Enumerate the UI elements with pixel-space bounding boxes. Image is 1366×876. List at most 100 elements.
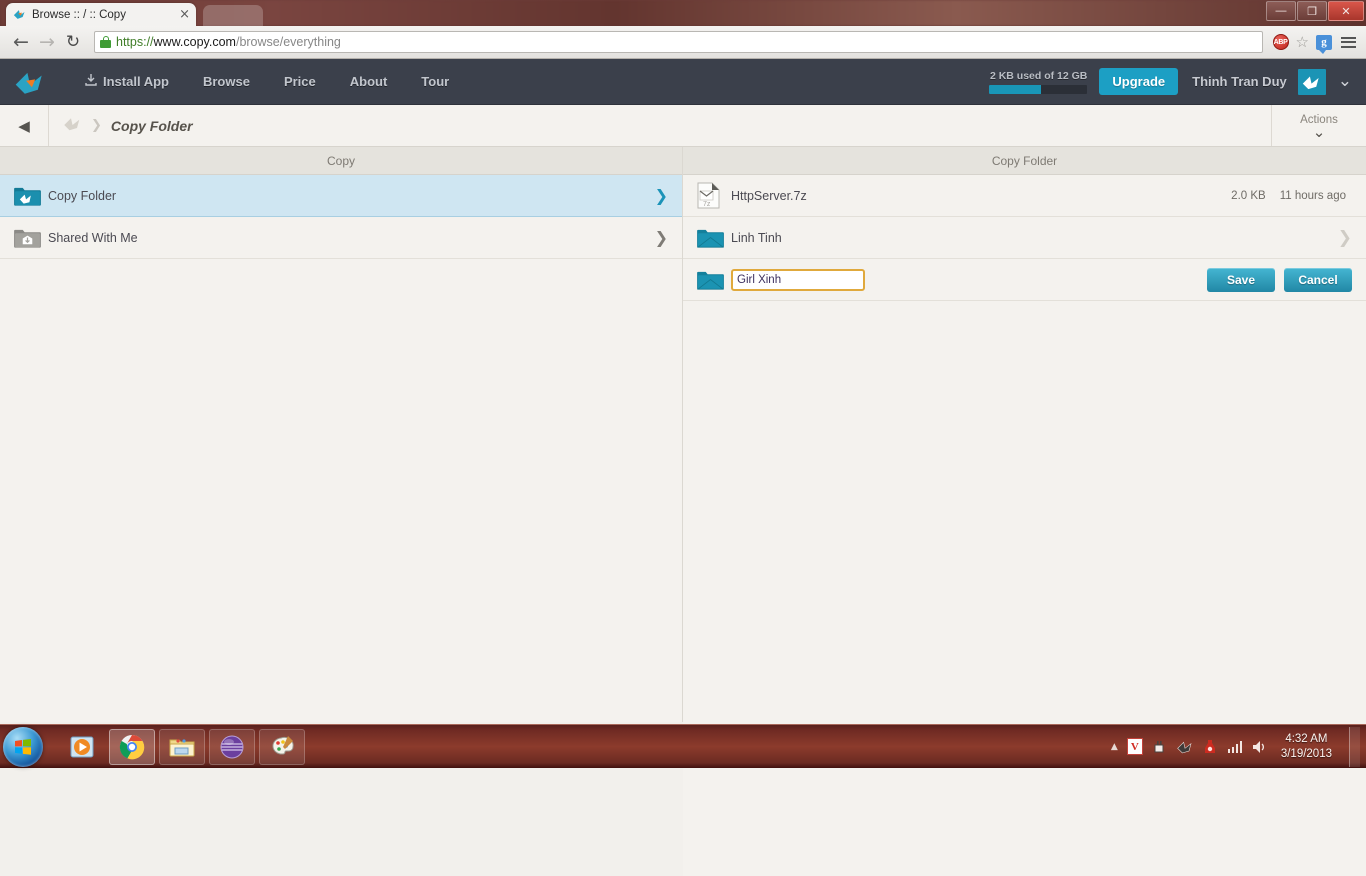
sidebar-item-copy-folder[interactable]: Copy Folder ❯ [0,175,682,217]
nav-item-about[interactable]: About [333,74,405,89]
left-pane-title: Copy [0,147,682,175]
windows-start-orb[interactable] [3,727,43,767]
svg-text:7z: 7z [703,201,711,208]
folder-name: Linh Tinh [731,231,1338,245]
download-icon [85,74,97,89]
storage-quota-text: 2 KB used of 12 GB [989,70,1087,82]
app-header: Install App Browse Price About Tour 2 KB… [0,59,1366,105]
actions-menu-button[interactable]: Actions ⌄ [1271,105,1366,146]
breadcrumb-bar: ◀ ❯ Copy Folder Actions ⌄ [0,105,1366,147]
maximize-icon[interactable]: ❐ [1297,1,1327,21]
toolbar-icons: ABP ☆ g [1273,34,1358,50]
nav-item-price[interactable]: Price [267,74,333,89]
volume-icon[interactable] [1252,739,1268,755]
username-label[interactable]: Thinh Tran Duy [1192,74,1287,89]
breadcrumb-current: Copy Folder [111,118,193,134]
storage-quota-bar [989,85,1087,94]
left-pane: Copy Copy Folder ❯ Share [0,147,683,722]
nav-item-browse[interactable]: Browse [186,74,267,89]
nav-item-install-app[interactable]: Install App [68,74,186,89]
folder-name-input[interactable] [731,269,865,291]
safely-remove-hardware-icon[interactable] [1152,739,1168,755]
taskbar-windows-explorer[interactable] [159,729,205,765]
adblock-icon[interactable]: ABP [1273,34,1289,50]
file-modified: 11 hours ago [1280,190,1346,202]
sidebar-item-label: Copy Folder [48,189,655,203]
hamburger-menu-icon[interactable] [1339,35,1358,50]
right-pane: Copy Folder 7z HttpServer.7z 2.0 KB 11 h… [683,147,1366,722]
antivirus-tray-icon[interactable] [1202,739,1218,755]
file-row[interactable]: 7z HttpServer.7z 2.0 KB 11 hours ago [683,175,1366,217]
breadcrumb: ❯ Copy Folder [49,116,1271,136]
file-meta: 2.0 KB 11 hours ago [1231,190,1346,202]
taskbar-buttons [59,729,305,765]
address-bar-url: https://www.copy.com/browse/everything [116,35,341,49]
tray-overflow-arrow-icon[interactable]: ▲ [1111,742,1118,752]
sidebar-item-label: Shared With Me [48,231,655,245]
back-icon[interactable]: ← [8,29,34,55]
google-plus-icon[interactable]: g [1316,35,1332,50]
chevron-down-icon: ⌄ [1313,127,1326,138]
file-name: HttpServer.7z [731,189,1231,203]
chevron-right-icon: ❯ [655,186,668,205]
windows-taskbar: ▲ V [0,724,1366,768]
taskbar-clock[interactable]: 4:32 AM 3/19/2013 [1277,732,1340,762]
sidebar-item-shared-with-me[interactable]: Shared With Me ❯ [0,217,682,259]
taskbar-google-chrome[interactable] [109,729,155,765]
taskbar-media-player[interactable] [59,729,105,765]
url-host: www.copy.com [154,35,236,49]
storage-quota: 2 KB used of 12 GB [989,70,1087,94]
browser-toolbar: ← → ↻ https://www.copy.com/browse/everyt… [0,26,1366,59]
show-desktop-button[interactable] [1349,727,1360,767]
folder-row[interactable]: Linh Tinh ❯ [683,217,1366,259]
copy-bird-icon [12,7,27,22]
lock-icon [100,36,111,48]
grey-folder-shared-icon [14,227,48,249]
browser-title-bar: Browse :: / :: Copy × — ❐ ✕ [0,0,1366,26]
browser-tab[interactable]: Browse :: / :: Copy × [6,3,196,26]
folder-rename-row: Save Cancel [683,259,1366,301]
close-icon[interactable]: × [179,8,190,21]
clock-date: 3/19/2013 [1281,747,1332,762]
clock-time: 4:32 AM [1281,732,1332,747]
file-size: 2.0 KB [1231,190,1266,202]
save-button[interactable]: Save [1207,268,1275,292]
copy-tray-icon[interactable] [1177,739,1193,755]
copy-bird-grey-icon[interactable] [63,116,82,136]
main-nav: Install App Browse Price About Tour [68,74,466,89]
taskbar-eclipse[interactable] [209,729,255,765]
empty-area [683,301,1366,876]
url-scheme: https:// [116,35,154,49]
back-button[interactable]: ◀ [0,105,49,146]
window-close-icon[interactable]: ✕ [1328,1,1364,21]
copy-bird-logo[interactable] [10,67,50,97]
avatar[interactable] [1298,69,1326,95]
taskbar-paint[interactable] [259,729,305,765]
network-signal-icon[interactable] [1227,740,1243,753]
reload-icon[interactable]: ↻ [60,29,86,55]
teal-folder-icon [697,227,731,249]
teal-folder-icon [697,269,731,291]
teal-folder-bird-icon [14,185,48,207]
file-7z-icon: 7z [697,182,731,209]
nav-item-tour[interactable]: Tour [404,74,466,89]
cancel-button[interactable]: Cancel [1284,268,1352,292]
chevron-right-icon[interactable]: ❯ [1338,228,1352,248]
upgrade-button[interactable]: Upgrade [1099,68,1178,95]
right-pane-title: Copy Folder [683,147,1366,175]
nav-label-install-app: Install App [103,74,169,89]
file-browser: Copy Copy Folder ❯ Share [0,147,1366,722]
storage-quota-fill [989,85,1041,94]
bookmark-star-icon[interactable]: ☆ [1296,35,1309,50]
address-bar[interactable]: https://www.copy.com/browse/everything [94,31,1263,53]
url-path: /browse/everything [236,35,341,49]
minimize-icon[interactable]: — [1266,1,1296,21]
chevron-down-icon[interactable]: ⌄ [1338,73,1352,90]
browser-tab-title: Browse :: / :: Copy [32,9,175,21]
forward-icon[interactable]: → [34,29,60,55]
new-tab-button[interactable] [203,5,263,26]
unikey-tray-icon[interactable]: V [1127,739,1143,755]
window-controls: — ❐ ✕ [1266,1,1364,21]
system-tray: ▲ V [1111,727,1366,767]
chevron-right-icon: ❯ [655,228,668,247]
